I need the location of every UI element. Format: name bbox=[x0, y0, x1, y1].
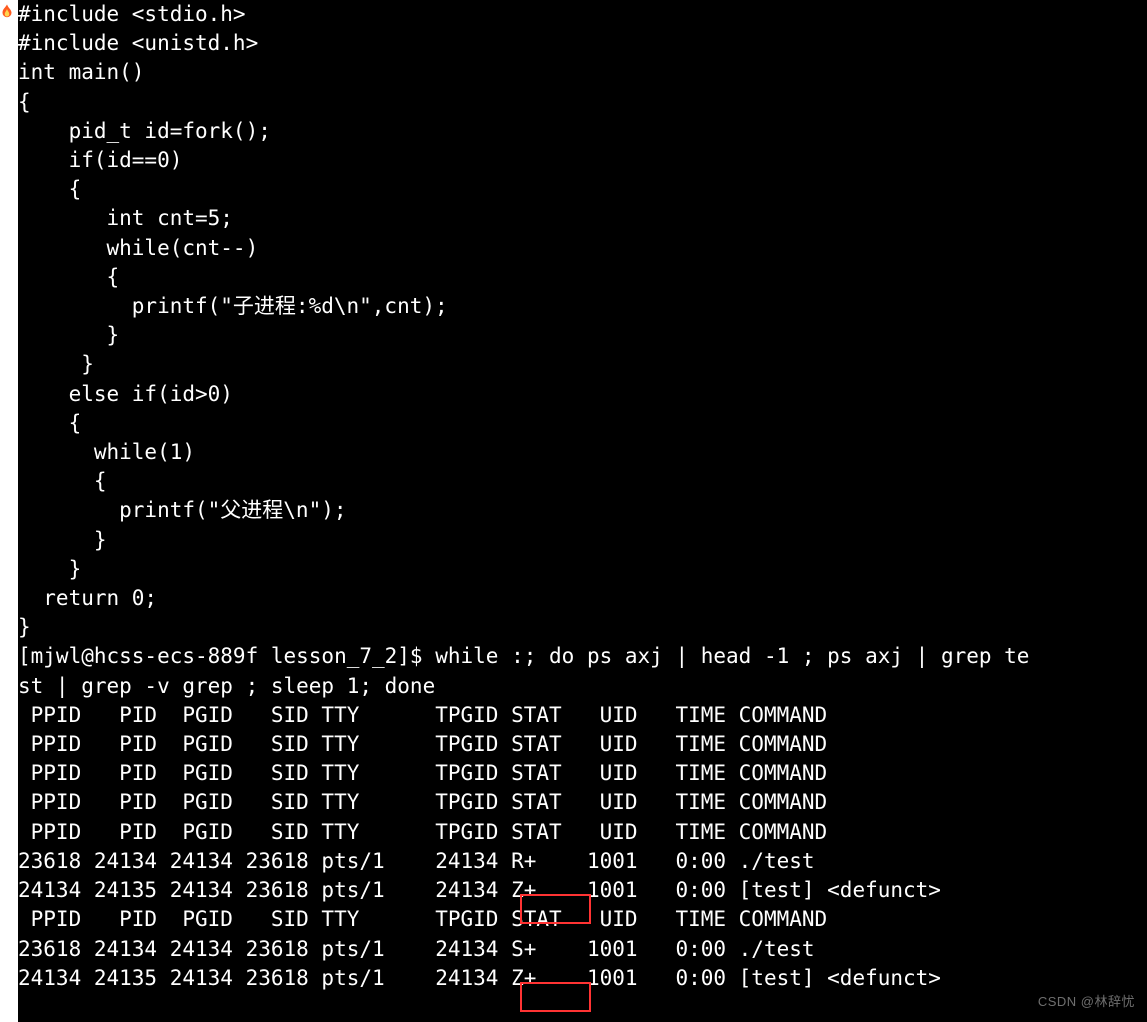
code-line-9: while(cnt--) bbox=[18, 234, 1147, 263]
shell-command-line-1: [mjwl@hcss-ecs-889f lesson_7_2]$ while :… bbox=[18, 642, 1147, 671]
code-line-1: #include <unistd.h> bbox=[18, 29, 1147, 58]
code-line-5: pid_t id=fork(); bbox=[18, 117, 1147, 146]
code-line-13: } bbox=[18, 350, 1147, 379]
ps-output-line-7: PPID PID PGID SID TTY TPGID STAT UID TIM… bbox=[18, 905, 1147, 934]
code-line-6: if(id==0) bbox=[18, 146, 1147, 175]
code-line-12: } bbox=[18, 321, 1147, 350]
code-line-0: #include <stdio.h> bbox=[18, 0, 1147, 29]
code-line-21: return 0; bbox=[18, 584, 1147, 613]
code-line-4: { bbox=[18, 88, 1147, 117]
code-line-7: { bbox=[18, 175, 1147, 204]
ps-output-line-5: 23618 24134 24134 23618 pts/1 24134 R+ 1… bbox=[18, 847, 1147, 876]
shell-command-line-2: st | grep -v grep ; sleep 1; done bbox=[18, 672, 1147, 701]
code-line-20: } bbox=[18, 555, 1147, 584]
ps-output-line-9: 24134 24135 24134 23618 pts/1 24134 Z+ 1… bbox=[18, 964, 1147, 993]
code-line-14: else if(id>0) bbox=[18, 380, 1147, 409]
code-line-15: { bbox=[18, 409, 1147, 438]
ps-output-line-6: 24134 24135 24134 23618 pts/1 24134 Z+ 1… bbox=[18, 876, 1147, 905]
ps-output-line-8: 23618 24134 24134 23618 pts/1 24134 S+ 1… bbox=[18, 935, 1147, 964]
code-line-22: } bbox=[18, 613, 1147, 642]
code-line-16: while(1) bbox=[18, 438, 1147, 467]
code-line-19: } bbox=[18, 526, 1147, 555]
code-line-11: printf("子进程:%d\n",cnt); bbox=[18, 292, 1147, 321]
code-line-18: printf("父进程\n"); bbox=[18, 496, 1147, 525]
ps-output-line-2: PPID PID PGID SID TTY TPGID STAT UID TIM… bbox=[18, 759, 1147, 788]
ps-output-line-4: PPID PID PGID SID TTY TPGID STAT UID TIM… bbox=[18, 818, 1147, 847]
left-margin-strip bbox=[0, 0, 18, 1022]
code-line-8: int cnt=5; bbox=[18, 204, 1147, 233]
ps-output-line-1: PPID PID PGID SID TTY TPGID STAT UID TIM… bbox=[18, 730, 1147, 759]
code-line-3: int main() bbox=[18, 58, 1147, 87]
ps-output-line-3: PPID PID PGID SID TTY TPGID STAT UID TIM… bbox=[18, 788, 1147, 817]
terminal-window[interactable]: #include <stdio.h>#include <unistd.h>int… bbox=[18, 0, 1147, 1022]
code-line-17: { bbox=[18, 467, 1147, 496]
ps-output-line-0: PPID PID PGID SID TTY TPGID STAT UID TIM… bbox=[18, 701, 1147, 730]
code-line-10: { bbox=[18, 263, 1147, 292]
